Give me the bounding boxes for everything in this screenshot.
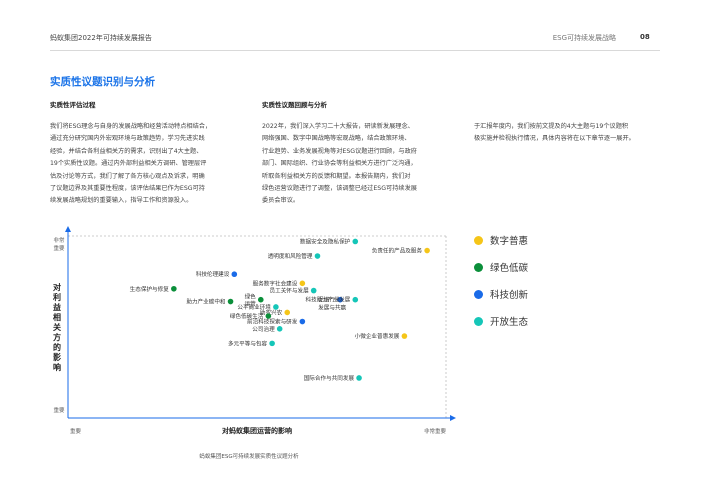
legend-swatch: [474, 290, 483, 299]
point-label: 员工关怀与发展: [270, 287, 310, 295]
data-point: [273, 304, 279, 310]
data-point: [227, 298, 234, 305]
legend-label: 科技创新: [490, 290, 529, 301]
point-label: 多元平等与包容: [228, 339, 268, 347]
y-axis-arrow-icon: [65, 226, 71, 232]
point-label: 数据安全及隐私保护: [300, 237, 351, 245]
data-point: [269, 340, 275, 347]
y-axis-title-char: 益: [53, 302, 61, 312]
data-point: [310, 287, 317, 294]
point-label: 服务数字社会建设: [253, 279, 298, 287]
data-point: [352, 238, 359, 245]
data-point: [284, 309, 291, 316]
x-axis-title: 对蚂蚁集团运营的影响: [222, 426, 292, 435]
legend-swatch: [474, 317, 483, 326]
point-label: 小微企业普惠发展: [355, 332, 400, 340]
data-point: [299, 280, 306, 287]
data-point: [424, 247, 430, 254]
legend-label: 绿色低碳: [490, 263, 529, 274]
point-label: 公司治理: [252, 325, 275, 333]
x-axis-arrow-icon: [450, 415, 456, 421]
data-point: [171, 285, 177, 292]
point-label: 公平商业环境: [237, 303, 271, 311]
point-label: 科技伦理建设: [196, 270, 230, 278]
y-axis-title-char: 的: [53, 342, 61, 352]
y-tick-label: 非常: [53, 236, 65, 244]
data-point: [299, 318, 306, 325]
materiality-matrix-chart: 非常重要重要重要 非常重要对蚂蚁集团运营的影响对利益相关方的影响负责任的产品及服务…: [52, 226, 456, 435]
point-label: 科技助力产业发展: [306, 296, 351, 304]
y-axis-title-char: 响: [53, 362, 61, 372]
point-label: 生态保护与修复: [130, 285, 170, 293]
y-axis-title-char: 关: [53, 322, 61, 332]
data-point: [401, 333, 408, 339]
point-label: 透明度和风险管理: [268, 252, 313, 260]
y-axis-title-char: 利: [52, 292, 61, 302]
point-label: 国际合作与共同发展: [304, 374, 355, 382]
legend-label: 开放生态: [490, 317, 529, 328]
y-axis-title-char: 相: [53, 312, 61, 322]
data-point: [352, 296, 359, 303]
chart-caption: 蚂蚁集团ESG可持续发展实质性议题分析: [199, 454, 299, 460]
x-tick-label: 重要: [70, 427, 82, 435]
point-label-part: 发展与共赢: [318, 304, 346, 312]
data-point: [356, 375, 362, 381]
y-axis-title-char: 对: [53, 282, 61, 292]
y-tick-label: 重要: [53, 244, 65, 252]
point-label: 助力产业碳中和: [186, 298, 226, 306]
data-point: [257, 296, 264, 303]
y-tick-label: 重要: [53, 406, 65, 414]
data-point: [265, 313, 272, 319]
y-axis-title-char: 方: [53, 332, 61, 342]
point-label: 负责任的产品及服务: [372, 247, 423, 255]
point-label: 前沿科技探索与研发: [247, 318, 298, 326]
data-point: [314, 253, 321, 259]
y-axis-title-char: 影: [53, 352, 61, 362]
data-point: [276, 326, 283, 332]
legend-swatch: [474, 263, 483, 272]
point-label-part: 绿色: [245, 293, 257, 301]
data-point: [231, 271, 238, 278]
legend-swatch: [474, 236, 483, 245]
legend-label: 数字普惠: [490, 236, 529, 247]
x-tick-label: 非常重要: [424, 427, 447, 435]
